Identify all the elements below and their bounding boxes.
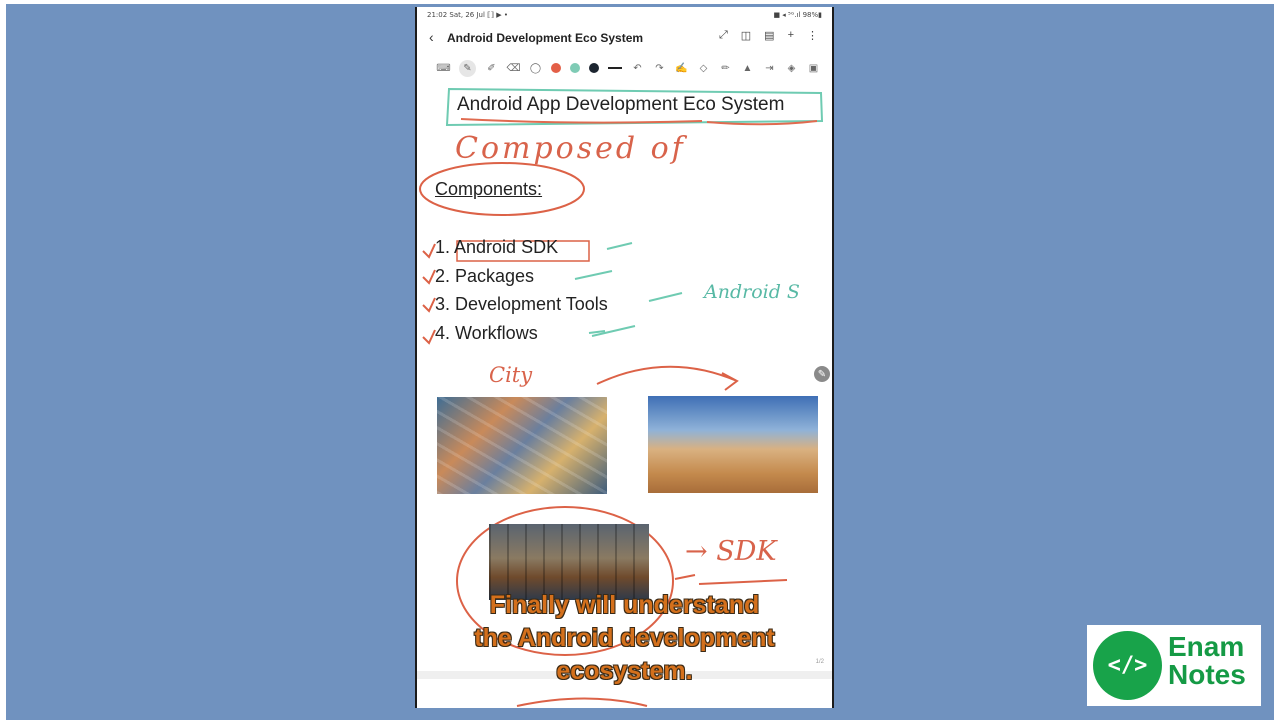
handwriting-android: Android S [704,281,800,303]
status-indicators: ■ ◂ ⁵ᴳ.ıl 98%▮ [773,11,822,19]
arrow-ink [596,365,739,391]
desert-image [648,396,818,493]
handwriting-sdk: → SDK [685,536,777,567]
redo-icon[interactable]: ↷ [653,62,666,75]
edit-handle-icon[interactable]: ✎ [814,366,830,382]
pages-icon[interactable]: ▤ [764,29,774,42]
color-red[interactable] [551,63,561,73]
check-marks-ink [422,243,436,345]
enam-notes-logo: </> Enam Notes [1087,625,1261,706]
export-icon[interactable]: ▣ [807,62,820,75]
add-icon[interactable]: + [788,29,794,42]
header-actions: ⤢ ◫ ▤ + ⋮ [719,29,818,42]
note-heading: Android App Development Eco System [457,94,785,115]
list-item: 2. Packages [435,265,535,286]
video-caption: Finally will understand the Android deve… [417,589,832,688]
back-icon[interactable]: ‹ [429,29,434,45]
sdk-arrow-ink [674,574,788,585]
status-bar: 21:02 Sat, 26 Jul ⟦⟧ ▶ • ■ ◂ ⁵ᴳ.ıl 98%▮ [417,7,832,23]
logo-text-line2: Notes [1168,659,1246,690]
lasso-icon[interactable]: ◯ [529,62,542,75]
handwriting-city: City [489,363,533,387]
pen-settings-icon[interactable]: ✍ [675,62,688,75]
book-icon[interactable]: ◫ [741,29,751,42]
list-item: 4. Workflows [435,322,538,343]
marker-icon[interactable]: ✏ [719,62,732,75]
list-item: 3. Development Tools [435,294,608,314]
highlighter-icon[interactable]: ✐ [485,62,498,75]
tablet-screen: 21:02 Sat, 26 Jul ⟦⟧ ▶ • ■ ◂ ⁵ᴳ.ıl 98%▮ … [415,7,834,708]
list-item: 1. Android SDK [435,237,559,257]
city-image [437,397,607,494]
expand-icon[interactable]: ⤢ [719,29,728,42]
app-header: ‹ Android Development Eco System ⤢ ◫ ▤ +… [417,25,832,53]
fill-icon[interactable]: ▲ [741,62,754,75]
note-canvas[interactable]: Android App Development Eco System Compo… [417,81,832,708]
drawing-toolbar: ⌨ ✎ ✐ ⌫ ◯ ↶ ↷ ✍ ◇ ✏ ▲ ⇥ ◈ ▣ [417,55,832,81]
status-time-date: 21:02 Sat, 26 Jul ⟦⟧ ▶ • [427,11,509,19]
undo-icon[interactable]: ↶ [631,62,644,75]
more-icon[interactable]: ⋮ [807,29,818,42]
caption-line: Finally will understand [489,591,760,619]
pen-icon[interactable]: ✎ [459,59,476,77]
components-list: 1. Android SDK 2. Packages 3. Developmen… [435,233,608,347]
insert-icon[interactable]: ⇥ [763,62,776,75]
note-title: Android Development Eco System [447,31,644,45]
caption-line: ecosystem. [556,657,693,685]
handwriting-composed: Composed of [455,131,686,166]
shape-icon[interactable]: ◇ [697,62,710,75]
keyboard-icon[interactable]: ⌨ [436,62,450,75]
color-teal[interactable] [570,63,580,73]
code-icon: </> [1093,631,1162,700]
eraser-icon[interactable]: ⌫ [506,62,520,75]
tag-icon[interactable]: ◈ [785,62,798,75]
components-heading: Components: [435,179,543,199]
color-black[interactable] [589,63,599,73]
stroke-width-icon[interactable] [608,67,622,69]
caption-line: the Android development [474,624,775,652]
bottom-ink [516,697,648,707]
